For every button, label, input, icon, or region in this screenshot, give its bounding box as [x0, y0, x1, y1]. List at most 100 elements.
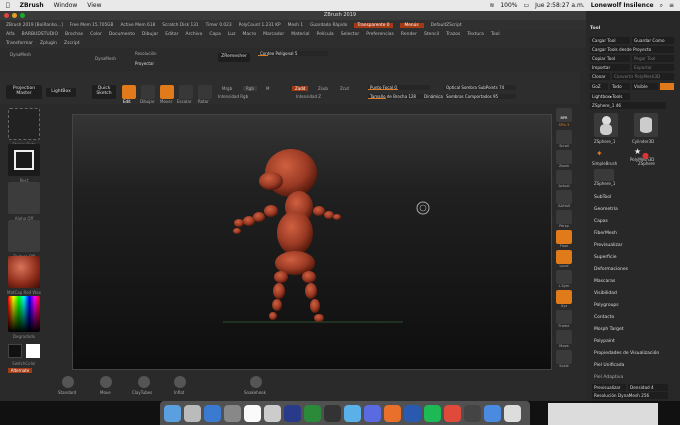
main-color-swatch[interactable] — [8, 344, 22, 358]
battery-percent[interactable]: 100% — [500, 2, 517, 9]
alpha-off-button[interactable] — [8, 182, 40, 214]
menu-macro[interactable]: Macro — [243, 32, 257, 37]
menu-alpha[interactable]: Alfa — [6, 32, 15, 37]
desktop-window-thumbnail[interactable] — [548, 403, 658, 425]
menu-tool[interactable]: Tool — [491, 32, 500, 37]
local-button[interactable] — [556, 250, 572, 264]
subpalette-deformation[interactable]: Deformaciones — [594, 267, 628, 272]
menu-picker[interactable]: Selector — [341, 32, 360, 37]
zremesher-button[interactable]: ZRemesher — [218, 53, 250, 62]
subpalette-unified-skin[interactable]: Piel Unificada — [594, 363, 624, 368]
firefox-icon[interactable] — [384, 404, 401, 422]
chrome-icon[interactable] — [444, 404, 461, 422]
subpalette-surface[interactable]: Superficie — [594, 255, 617, 260]
claytubes-brush-button[interactable] — [138, 376, 150, 388]
tool-thumb-zsphere1b[interactable] — [594, 169, 614, 181]
rotate-button[interactable] — [198, 85, 212, 99]
move-view-button[interactable] — [556, 330, 572, 344]
messages-icon[interactable] — [344, 404, 361, 422]
simplebrush-icon[interactable]: ✦ — [596, 149, 603, 158]
goz-button[interactable]: GoZ — [590, 83, 608, 90]
projection-master-button[interactable]: Projection Master — [6, 85, 42, 99]
subpalette-preview[interactable]: Previsualizar — [594, 243, 623, 248]
battery-icon[interactable]: ▭ — [524, 2, 530, 9]
photoshop-icon[interactable] — [284, 404, 301, 422]
dynamesh-label[interactable]: DynaMesh — [10, 52, 31, 57]
subpalette-subtool[interactable]: SubTool — [594, 195, 611, 200]
draw-button[interactable] — [141, 85, 155, 99]
texture-button[interactable] — [8, 220, 40, 252]
minimize-window-button[interactable] — [12, 13, 17, 18]
standard-brush-button[interactable] — [62, 376, 74, 388]
move-button[interactable] — [160, 85, 174, 99]
zoom-button[interactable] — [556, 150, 572, 164]
make-polymesh-button[interactable]: Convertir PolyMesh3D — [612, 73, 674, 80]
switch-color-button[interactable]: SwitchColor — [4, 361, 44, 366]
menu-draw[interactable]: Dibujar — [142, 32, 158, 37]
zadd-button[interactable]: Zadd — [292, 86, 309, 91]
scale-button[interactable] — [179, 85, 193, 99]
load-tool-button[interactable]: Cargar Tool — [590, 37, 630, 44]
inflat-brush-button[interactable] — [174, 376, 186, 388]
view-menu[interactable]: View — [87, 2, 101, 9]
target-polycount-slider[interactable]: Conteo Polígonal 5 — [258, 51, 328, 56]
subpalette-fibermesh[interactable]: FiberMesh — [594, 231, 617, 236]
subpalette-layers[interactable]: Capas — [594, 219, 608, 224]
import-button[interactable]: Importar — [590, 64, 630, 71]
all-button[interactable]: Todo — [610, 83, 630, 90]
current-tool-slider[interactable]: ZSphere_1 46 — [590, 102, 666, 109]
frame-button[interactable] — [556, 310, 572, 324]
quick-sketch-button[interactable]: Quick Sketch — [92, 85, 116, 99]
load-project-tools-button[interactable]: Cargar Tools desde Proyecto — [590, 46, 674, 53]
zsphere-icon[interactable]: ● — [642, 151, 649, 160]
material-button[interactable] — [8, 256, 40, 288]
menu-icon[interactable]: ≡ — [669, 2, 674, 9]
dynamesh-button[interactable]: DynaMesh — [95, 56, 116, 61]
export-button[interactable]: Exportar — [632, 64, 674, 71]
menu-movie[interactable]: Película — [317, 32, 334, 37]
paste-tool-button[interactable]: Pegar Tool — [632, 55, 674, 62]
m-button[interactable]: M — [266, 86, 269, 91]
calendar-icon[interactable] — [244, 404, 261, 422]
resolution-slider[interactable]: Resolución — [135, 51, 157, 56]
subpalette-contact[interactable]: Contacto — [594, 315, 614, 320]
project-button[interactable]: Proyectar — [135, 61, 154, 66]
aahalf-button[interactable] — [556, 190, 572, 204]
app-menu[interactable]: ZBrush — [20, 2, 44, 9]
dynamic-toggle[interactable]: Dinámica — [424, 94, 443, 99]
subpalette-polygroups[interactable]: Polygroups — [594, 303, 619, 308]
scroll-button[interactable] — [556, 130, 572, 144]
total-points-slider[interactable]: Sombras Comportados 95 — [444, 94, 516, 99]
clone-button[interactable]: Clonar — [590, 73, 610, 80]
rgb-intensity-slider[interactable]: Intensidad Rgb — [218, 94, 248, 99]
spotify-icon[interactable] — [424, 404, 441, 422]
transparent-slider[interactable]: Transparente 0 — [354, 22, 393, 28]
menu-file[interactable]: Archivo — [186, 32, 203, 37]
subpalette-adaptive-skin[interactable]: Piel Adaptiva — [594, 375, 623, 380]
subpalette-visibility[interactable]: Visibilidad — [594, 291, 617, 296]
apple-icon[interactable]:  — [6, 2, 10, 9]
lightbox-button[interactable]: LightBox — [46, 88, 76, 97]
menu-light[interactable]: Luz — [228, 32, 236, 37]
wifi-icon[interactable]: ≋ — [489, 2, 494, 9]
color-picker[interactable] — [8, 296, 40, 332]
tool-thumb-zsphere1[interactable] — [594, 113, 618, 137]
zsub-button[interactable]: Zsub — [318, 86, 328, 91]
copy-tool-button[interactable]: Copiar Tool — [590, 55, 630, 62]
menu-zplugin[interactable]: Zplugin — [40, 41, 57, 46]
mrgb-button[interactable]: Mrgb — [222, 86, 232, 91]
lsym-button[interactable] — [556, 270, 572, 284]
secondary-color-swatch[interactable] — [26, 344, 40, 358]
user-name[interactable]: Lonewolf Insilence — [591, 2, 654, 9]
move-brush-button[interactable] — [100, 376, 112, 388]
subpalette-morph-target[interactable]: Morph Target — [594, 327, 624, 332]
search-icon[interactable]: ⌕ — [660, 2, 663, 10]
menu-brush[interactable]: Brochas — [65, 32, 83, 37]
menu-layer[interactable]: Capa — [209, 32, 221, 37]
zbrush-icon[interactable] — [464, 404, 481, 422]
alpha-button[interactable] — [8, 144, 40, 176]
menu-transform[interactable]: Transformar — [6, 41, 33, 46]
stroke-button[interactable] — [8, 108, 40, 140]
floor-button[interactable] — [556, 230, 572, 244]
close-window-button[interactable] — [4, 13, 9, 18]
